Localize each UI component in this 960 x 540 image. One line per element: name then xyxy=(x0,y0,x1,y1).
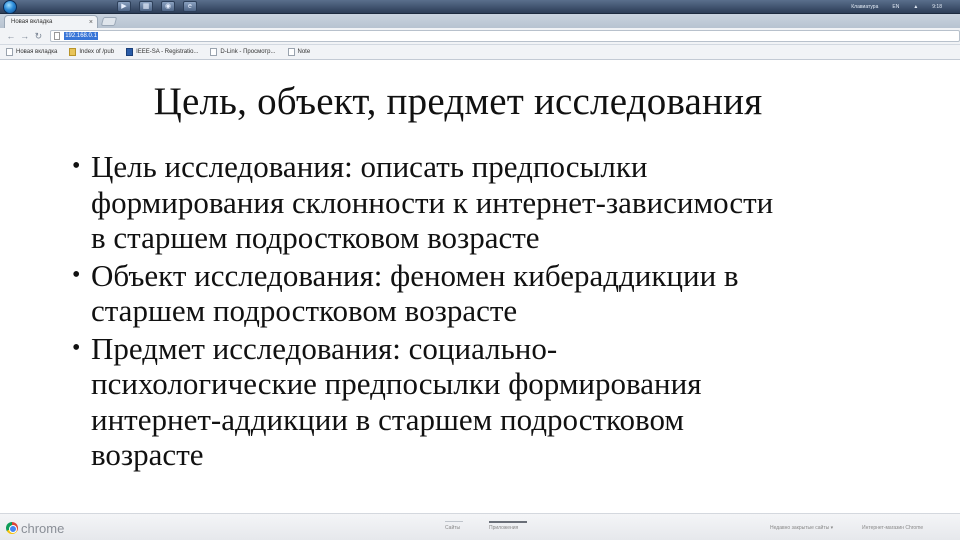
browser-tabstrip: Новая вкладка × xyxy=(0,14,960,28)
bookmark-label: D-Link - Просмотр... xyxy=(220,49,276,55)
page-icon xyxy=(6,48,13,56)
tab-close-icon[interactable]: × xyxy=(89,19,93,26)
bullet-item-object: • Объект исследования: феномен киберадди… xyxy=(72,258,932,329)
bookmark-label: Index of /pub xyxy=(79,49,115,55)
bookmark-item[interactable]: Note xyxy=(287,48,311,56)
taskbar-app-ie-icon[interactable]: e xyxy=(183,1,197,12)
chrome-brand-text: chrome xyxy=(21,521,65,536)
bookmark-item[interactable]: D-Link - Просмотр... xyxy=(210,48,276,56)
bullet-line: Объект исследования: феномен кибераддикц… xyxy=(91,257,739,293)
bullet-dot-icon: • xyxy=(72,261,81,288)
web-store-link[interactable]: Интернет-магазин Chrome xyxy=(862,525,923,531)
bookmark-item[interactable]: IEEE-SA - Registratio... xyxy=(126,48,198,56)
tray-clock[interactable]: 9:18 xyxy=(932,4,942,10)
bookmarks-bar: Новая вкладка Index of /pub IEEE-SA - Re… xyxy=(0,45,960,60)
tray-keyboard-label[interactable]: Клавиатура xyxy=(851,4,878,10)
slide-content: Цель, объект, предмет исследования • Цел… xyxy=(0,61,960,513)
bullet-item-subject: • Предмет исследования: социально- психо… xyxy=(72,331,932,473)
bullet-list: • Цель исследования: описать предпосылки… xyxy=(72,149,932,475)
slide-title: Цель, объект, предмет исследования xyxy=(153,80,763,123)
bullet-line: Предмет исследования: социально- xyxy=(91,330,558,366)
bullet-line: формирования склонности к интернет-завис… xyxy=(91,184,774,220)
system-tray: Клавиатура EN ▲ 9:18 xyxy=(851,4,960,10)
tab-sites[interactable]: Сайты xyxy=(445,521,464,531)
taskbar-app-media-icon[interactable]: ▶ xyxy=(117,1,131,12)
page-icon xyxy=(210,48,218,56)
bullet-line: психологические предпосылки формирования xyxy=(91,366,702,401)
start-button[interactable] xyxy=(3,0,17,14)
page-icon xyxy=(287,48,295,56)
reload-icon[interactable]: ↻ xyxy=(32,31,44,42)
address-bar[interactable]: 192.168.0.1 xyxy=(50,30,960,42)
tab-apps[interactable]: Приложения xyxy=(489,521,528,531)
bullet-line: Цель исследования: описать предпосылки xyxy=(91,149,648,184)
browser-toolbar: ← → ↻ 192.168.0.1 xyxy=(0,28,960,45)
bookmark-item[interactable]: Новая вкладка xyxy=(6,48,57,56)
bookmark-label: Note xyxy=(297,49,311,55)
tab-title: Новая вкладка xyxy=(11,19,53,25)
ieee-logo-icon xyxy=(126,48,134,56)
bookmark-item[interactable]: Index of /pub xyxy=(69,48,114,56)
forward-arrow-icon[interactable]: → xyxy=(19,31,31,41)
recently-closed-link[interactable]: Недавно закрытые сайты ▾ xyxy=(770,525,833,531)
page-icon xyxy=(54,32,61,40)
new-tab-button[interactable] xyxy=(100,17,118,26)
back-arrow-icon[interactable]: ← xyxy=(5,31,17,41)
bullet-item-goal: • Цель исследования: описать предпосылки… xyxy=(72,149,932,256)
taskbar-app-explorer-icon[interactable]: ▦ xyxy=(139,1,153,12)
browser-tab[interactable]: Новая вкладка × xyxy=(4,15,98,28)
bullet-line: интернет-аддикции в старшем подростковом xyxy=(91,401,684,437)
bookmark-label: Новая вкладка xyxy=(16,49,58,55)
taskbar-app-chrome-icon[interactable]: ◉ xyxy=(161,1,175,12)
bullet-line: в старшем подростковом возрасте xyxy=(91,220,540,255)
bullet-line: возрасте xyxy=(91,437,204,472)
folder-icon xyxy=(69,48,77,56)
tray-language[interactable]: EN xyxy=(892,4,899,10)
chrome-logo-icon xyxy=(6,522,18,534)
bookmark-label: IEEE-SA - Registratio... xyxy=(136,49,199,55)
windows-taskbar: ▶ ▦ ◉ e Клавиатура EN ▲ 9:18 xyxy=(0,0,960,14)
bullet-line: старшем подростковом возрасте xyxy=(91,293,518,328)
bullet-dot-icon: • xyxy=(72,334,81,361)
newtab-bottom-bar: chrome Сайты Приложения Недавно закрытые… xyxy=(0,513,960,540)
bullet-dot-icon: • xyxy=(72,153,81,179)
tray-expand-icon[interactable]: ▲ xyxy=(913,4,918,10)
address-bar-url[interactable]: 192.168.0.1 xyxy=(64,32,98,40)
